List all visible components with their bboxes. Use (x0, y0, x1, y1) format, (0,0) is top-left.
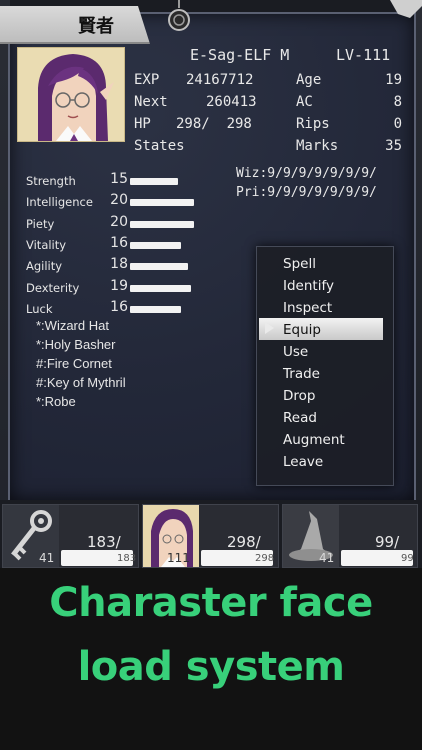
exp-value: 24167712 (186, 72, 254, 88)
menu-item-drop[interactable]: Drop (283, 388, 315, 404)
corner-ornament-icon (390, 0, 422, 18)
selection-cursor-icon (265, 322, 274, 334)
stat-value: 20 (110, 214, 128, 230)
party-member-hp-max: 298 (255, 553, 275, 564)
rips-label: Rips (296, 116, 330, 132)
age-value: 19 (385, 72, 402, 88)
stat-label: Strength (26, 174, 76, 188)
stat-value: 18 (110, 256, 128, 272)
stat-value: 15 (110, 171, 128, 187)
stat-bar (130, 263, 188, 270)
age-label: Age (296, 72, 322, 88)
marks-label: Marks (296, 138, 339, 154)
menu-item-identify[interactable]: Identify (283, 278, 334, 294)
priest-spell-slots: Pri:9/9/9/9/9/9/9/ (236, 185, 377, 200)
menu-item-read[interactable]: Read (283, 410, 317, 426)
stat-label: Agility (26, 259, 63, 273)
stat-bar (130, 199, 194, 206)
character-name: E-Sag-ELF M (190, 46, 290, 64)
stat-value: 20 (110, 192, 128, 208)
ac-value: 8 (393, 94, 402, 110)
emblem-icon (168, 0, 190, 31)
party-member-slot[interactable]: 41 99/ 99 (282, 504, 418, 568)
menu-item-trade[interactable]: Trade (283, 366, 320, 382)
party-member-level: 41 (39, 551, 55, 565)
stat-label: Piety (26, 217, 55, 231)
menu-item-augment[interactable]: Augment (283, 432, 345, 448)
menu-item-equip[interactable]: Equip (283, 322, 321, 338)
ac-label: AC (296, 94, 313, 110)
menu-item-leave[interactable]: Leave (283, 454, 323, 470)
menu-selection-highlight (259, 318, 383, 340)
equipment-item: *:Robe (36, 394, 76, 409)
stat-value: 19 (110, 278, 128, 294)
equipment-item: #:Key of Mythril (36, 375, 126, 390)
party-member-slot[interactable]: 41 183/ 183 (2, 504, 139, 568)
party-bar: 41 183/ 183 111 298/ 298 41 99/ 99 (0, 500, 422, 568)
stat-bar (130, 242, 181, 249)
states-label: States (134, 138, 185, 154)
next-value: 260413 (206, 94, 257, 110)
equipment-item: #:Fire Cornet (36, 356, 112, 371)
stat-label: Vitality (26, 238, 67, 252)
hp-label: HP (134, 116, 151, 132)
party-member-level: 111 (167, 551, 190, 565)
wizard-spell-slots: Wiz:9/9/9/9/9/9/9/ (236, 166, 377, 181)
game-screen: 賢者 E-Sag-ELF M LV-111 EXP 24167712 Age 1… (0, 0, 422, 568)
character-portrait (17, 47, 125, 142)
menu-item-spell[interactable]: Spell (283, 256, 316, 272)
promo-line-2: load system (77, 644, 345, 690)
character-level: LV-111 (336, 46, 391, 64)
promo-line-1: Charaster face (49, 580, 373, 626)
stat-label: Dexterity (26, 281, 80, 295)
menu-item-use[interactable]: Use (283, 344, 308, 360)
next-label: Next (134, 94, 168, 110)
marks-value: 35 (385, 138, 402, 154)
command-menu: Spell Identify Inspect Equip Use Trade D… (256, 246, 394, 486)
party-member-hp-max: 183 (117, 553, 137, 564)
stat-label: Luck (26, 302, 53, 316)
class-title-tab: 賢者 (0, 6, 150, 44)
equipment-item: *:Wizard Hat (36, 318, 109, 333)
party-member-hp-max: 99 (401, 553, 414, 564)
class-title: 賢者 (78, 16, 114, 37)
stat-bar (130, 306, 181, 313)
party-member-slot[interactable]: 111 298/ 298 (142, 504, 279, 568)
rips-value: 0 (393, 116, 402, 132)
stat-value: 16 (110, 235, 128, 251)
party-member-hp: 298/ (227, 533, 261, 551)
party-member-hp: 99/ (375, 533, 400, 551)
stat-bar (130, 285, 191, 292)
party-member-hp: 183/ (87, 533, 121, 551)
equipment-item: *:Holy Basher (36, 337, 116, 352)
promo-banner: Charaster face load system (0, 568, 422, 750)
stat-bar (130, 178, 178, 185)
stat-bar (130, 221, 194, 228)
stat-label: Intelligence (26, 195, 93, 209)
menu-item-inspect[interactable]: Inspect (283, 300, 332, 316)
party-member-level: 41 (319, 551, 335, 565)
hp-value: 298/ 298 (176, 116, 252, 132)
exp-label: EXP (134, 72, 160, 88)
stat-value: 16 (110, 299, 128, 315)
